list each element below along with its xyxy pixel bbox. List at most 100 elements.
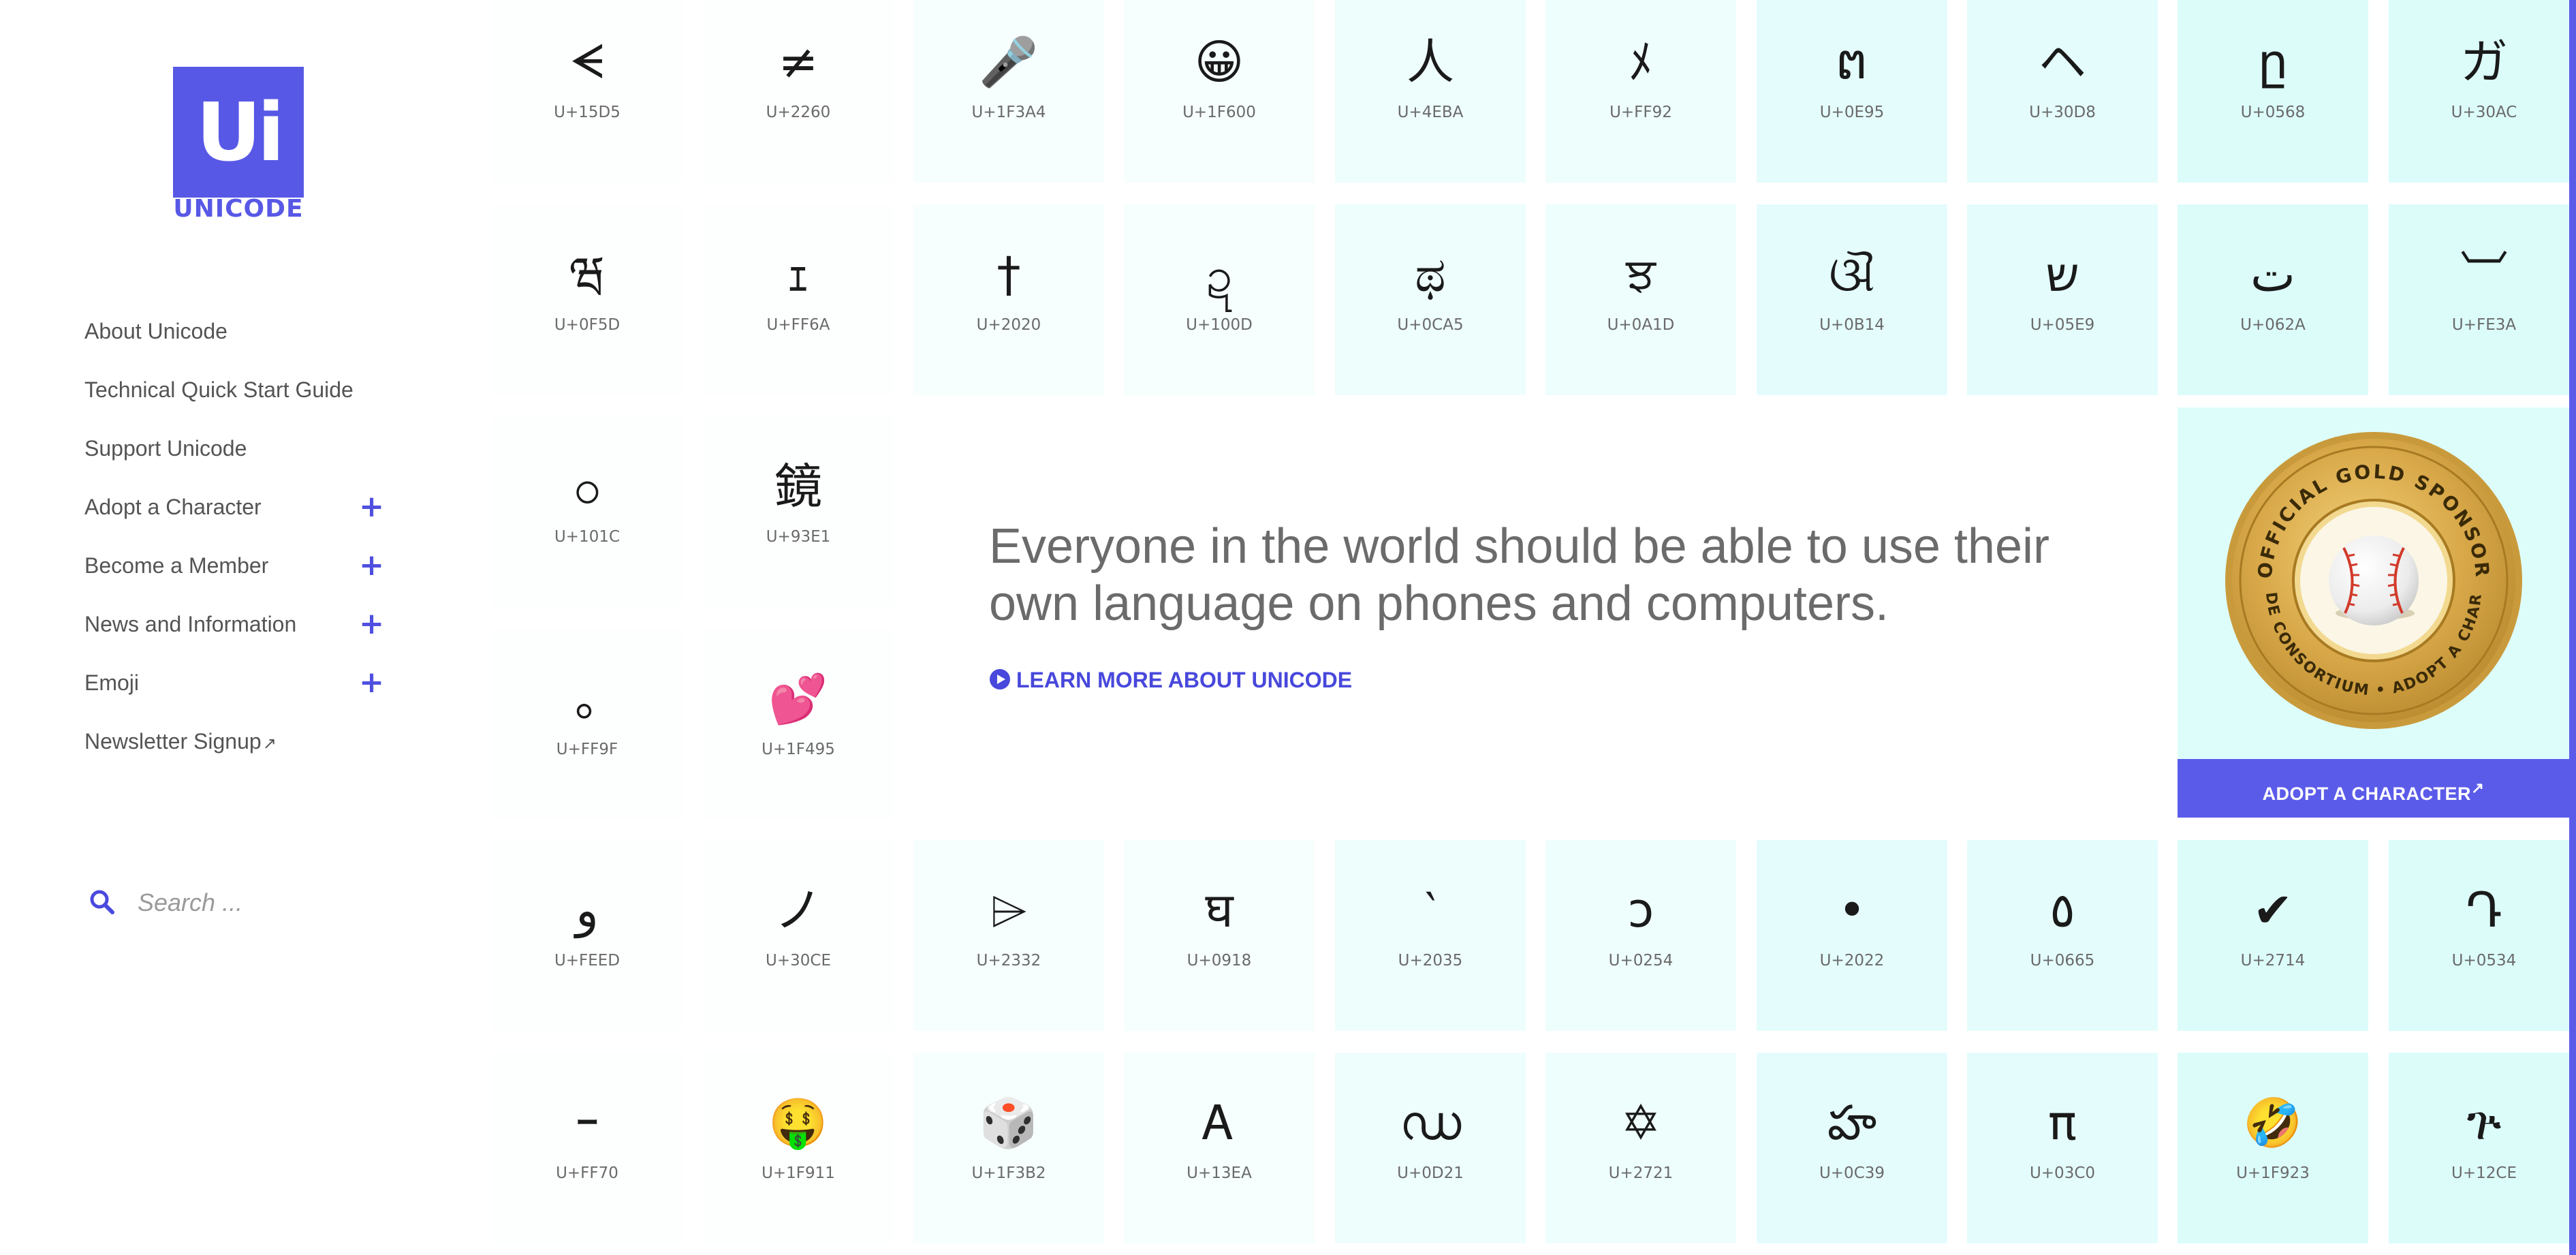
character-tile[interactable]: హ U+0C39	[1757, 1053, 1947, 1243]
character-glyph: ≠	[778, 34, 819, 90]
character-tile[interactable]: ガ U+30AC	[2389, 0, 2576, 183]
nav-item-label[interactable]: Technical Quick Start Guide	[84, 377, 354, 402]
character-tile[interactable]: ✔ U+2714	[2178, 840, 2368, 1031]
codepoint-label: U+30AC	[2451, 104, 2517, 121]
character-tile[interactable]: ɔ U+0254	[1545, 840, 1736, 1031]
nav-item-about-unicode[interactable]: About Unicode	[84, 307, 398, 365]
character-tile[interactable]: ཝ U+0F5D	[492, 204, 682, 395]
adopt-a-character-button[interactable]: ADOPT A CHARACTER↗	[2178, 759, 2569, 818]
external-link-icon: ↗	[2471, 779, 2485, 796]
character-tile[interactable]: Դ U+0534	[2389, 840, 2576, 1031]
character-glyph: ガ	[2460, 34, 2508, 90]
main-nav: About Unicode Technical Quick Start Guid…	[84, 307, 398, 775]
right-edge-bar	[2569, 0, 2576, 1255]
nav-item-become-a-member[interactable]: Become a Member +	[84, 541, 398, 600]
codepoint-label: U+0254	[1608, 952, 1674, 970]
codepoint-label: U+0C39	[1819, 1164, 1885, 1182]
character-tile[interactable]: ｰ U+FF70	[492, 1053, 682, 1243]
codepoint-label: U+30CE	[766, 952, 831, 970]
character-tile[interactable]: ‵ U+2035	[1335, 840, 1526, 1031]
character-tile[interactable]: 😀 U+1F600	[1124, 0, 1315, 183]
nav-item-label[interactable]: News and Information	[84, 612, 296, 636]
character-tile[interactable]: ٥ U+0665	[1967, 840, 2158, 1031]
character-tile[interactable]: ｪ U+FF6A	[703, 204, 894, 395]
expand-plus-icon[interactable]: +	[359, 658, 384, 707]
codepoint-label: U+0568	[2240, 104, 2306, 121]
nav-item-news-and-information[interactable]: News and Information +	[84, 600, 398, 658]
character-tile[interactable]: ت U+062A	[2178, 204, 2368, 395]
expand-plus-icon[interactable]: +	[359, 600, 384, 649]
nav-item-label[interactable]: Support Unicode	[84, 436, 247, 461]
character-tile[interactable]: ノ U+30CE	[703, 840, 894, 1031]
character-tile[interactable]: ᗕ U+15D5	[492, 0, 682, 183]
character-tile[interactable]: ຕ U+0E95	[1757, 0, 1947, 183]
character-tile[interactable]: 🤣 U+1F923	[2178, 1053, 2368, 1243]
codepoint-label: U+1F911	[761, 1164, 835, 1182]
character-tile[interactable]: ︺ U+FE3A	[2389, 204, 2576, 395]
character-tile[interactable]: ጕ U+12CE	[2389, 1053, 2576, 1243]
character-tile[interactable]: 💕 U+1F495	[703, 629, 894, 820]
nav-item-technical-quick-start-guide[interactable]: Technical Quick Start Guide	[84, 365, 398, 424]
character-tile[interactable]: ✡ U+2721	[1545, 1053, 1736, 1243]
codepoint-label: U+0E95	[1819, 104, 1885, 121]
search-icon[interactable]	[89, 888, 116, 916]
codepoint-label: U+0918	[1187, 952, 1252, 970]
character-glyph: ｡	[575, 671, 599, 727]
character-glyph: ഡ	[1399, 1095, 1462, 1151]
character-tile[interactable]: ﾒ U+FF92	[1545, 0, 1736, 183]
unicode-logo[interactable]: Ui UNICODE	[173, 67, 304, 223]
character-tile[interactable]: 鏡 U+93E1	[703, 416, 894, 607]
nav-item-newsletter-signup[interactable]: Newsletter Signup↗	[84, 717, 398, 775]
character-glyph: घ	[1205, 882, 1234, 938]
nav-item-label[interactable]: About Unicode	[84, 319, 227, 343]
character-glyph: Դ	[2466, 882, 2502, 938]
character-glyph: ﾒ	[1629, 34, 1653, 90]
character-glyph: π	[2047, 1095, 2077, 1151]
character-tile[interactable]: † U+2020	[913, 204, 1104, 395]
character-tile[interactable]: 🎤 U+1F3A4	[913, 0, 1104, 183]
character-tile[interactable]: ը U+0568	[2178, 0, 2368, 183]
character-glyph: 😀	[1194, 34, 1244, 90]
nav-item-label[interactable]: Emoji	[84, 670, 139, 695]
codepoint-label: U+1F495	[761, 741, 835, 758]
nav-item-label[interactable]: Newsletter Signup	[84, 729, 262, 754]
codepoint-label: U+2022	[1819, 952, 1885, 970]
search-box[interactable]	[89, 882, 402, 924]
character-tile[interactable]: 🤑 U+1F911	[703, 1053, 894, 1243]
gold-sponsor-badge[interactable]: OFFICIAL GOLD SPONSOR UNICODE CONSORTIUM…	[2224, 431, 2524, 730]
codepoint-label: U+062A	[2240, 316, 2306, 334]
character-tile[interactable]: ﻭ U+FEED	[492, 840, 682, 1031]
character-tile[interactable]: ဝ U+101C	[492, 416, 682, 607]
learn-more-link[interactable]: LEARN MORE ABOUT UNICODE	[989, 668, 1352, 693]
character-tile[interactable]: ਝ U+0A1D	[1545, 204, 1736, 395]
character-tile[interactable]: • U+2022	[1757, 840, 1947, 1031]
expand-plus-icon[interactable]: +	[359, 482, 384, 531]
nav-item-emoji[interactable]: Emoji +	[84, 658, 398, 717]
nav-item-support-unicode[interactable]: Support Unicode	[84, 424, 398, 482]
expand-plus-icon[interactable]: +	[359, 541, 384, 590]
character-tile[interactable]: ש U+05E9	[1967, 204, 2158, 395]
character-tile[interactable]: घ U+0918	[1124, 840, 1315, 1031]
character-tile[interactable]: ヘ U+30D8	[1967, 0, 2158, 183]
character-tile[interactable]: 人 U+4EBA	[1335, 0, 1526, 183]
character-glyph: 🤣	[2243, 1095, 2303, 1151]
character-tile[interactable]: ಥ U+0CA5	[1335, 204, 1526, 395]
character-tile[interactable]: Ꭺ U+13EA	[1124, 1053, 1315, 1243]
logo-wordmark: UNICODE	[173, 195, 304, 223]
character-tile[interactable]: ଔ U+0B14	[1757, 204, 1947, 395]
character-glyph: ✡	[1620, 1095, 1661, 1151]
nav-item-adopt-a-character[interactable]: Adopt a Character +	[84, 482, 398, 541]
nav-item-label[interactable]: Become a Member	[84, 553, 268, 578]
nav-item-label[interactable]: Adopt a Character	[84, 495, 262, 519]
character-tile[interactable]: 🎲 U+1F3B2	[913, 1053, 1104, 1243]
character-tile[interactable]: ⌲ U+2332	[913, 840, 1104, 1031]
character-tile[interactable]: π U+03C0	[1967, 1053, 2158, 1243]
character-glyph: Ꭺ	[1203, 1095, 1236, 1151]
character-tile[interactable]: ｡ U+FF9F	[492, 629, 682, 820]
character-glyph: ը	[2257, 34, 2289, 90]
character-tile[interactable]: ဍ U+100D	[1124, 204, 1315, 395]
character-glyph: •	[1838, 882, 1866, 938]
character-tile[interactable]: ≠ U+2260	[703, 0, 894, 183]
search-input[interactable]	[136, 882, 398, 924]
character-tile[interactable]: ഡ U+0D21	[1335, 1053, 1526, 1243]
